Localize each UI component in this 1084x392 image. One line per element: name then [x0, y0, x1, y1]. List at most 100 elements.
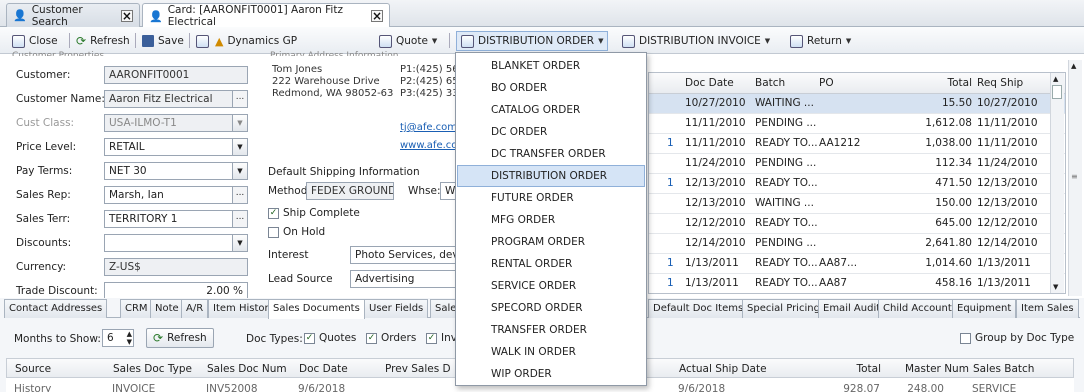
column-total[interactable]: Total — [827, 363, 881, 375]
menu-item-rental-order[interactable]: RENTAL ORDER — [457, 253, 645, 275]
sales-rep-field[interactable]: Marsh, Ian ... — [104, 186, 248, 204]
close-icon[interactable]: × — [120, 9, 133, 22]
currency-field[interactable]: Z-US$ — [104, 258, 248, 276]
table-row[interactable]: 1 1/13/2011 READY TO... AA87 458.16 1/13/2011 — [649, 274, 1065, 293]
customer-id-field[interactable]: AARONFIT0001 — [104, 66, 248, 84]
menu-item-mfg-order[interactable]: MFG ORDER — [457, 209, 645, 231]
chevron-down-icon[interactable]: ▼ — [232, 139, 247, 155]
group-by-doc-type-checkbox[interactable]: Group by Doc Type — [960, 332, 1074, 344]
scroll-down-icon[interactable]: ▼ — [1053, 283, 1058, 291]
tab-customer-card[interactable]: 👤 Card: [AARONFIT0001] Aaron Fitz Electr… — [142, 3, 390, 28]
vertical-scrollbar[interactable]: ▲ ▼ — [1050, 73, 1064, 293]
refresh-button[interactable]: ⟳ Refresh — [76, 32, 130, 50]
menu-item-specord-order[interactable]: SPECORD ORDER — [457, 297, 645, 319]
column-batch[interactable]: Batch — [755, 77, 785, 89]
page-scrollbar[interactable]: ▲ ≡ — [1068, 60, 1082, 296]
column-sales-doc-num[interactable]: Sales Doc Num — [207, 363, 287, 375]
ellipsis-button[interactable]: ... — [232, 91, 247, 107]
tab-user-fields[interactable]: User Fields — [364, 299, 429, 318]
menu-item-distribution-order[interactable]: DISTRIBUTION ORDER — [457, 165, 645, 187]
table-row[interactable]: 11/11/2010 PENDING ... 1,612.08 11/11/2010 — [649, 114, 1065, 134]
chevron-down-icon[interactable]: ▼ — [232, 115, 247, 131]
column-doc-date[interactable]: Doc Date — [299, 363, 348, 375]
sales-docs-refresh-button[interactable]: ⟳ Refresh — [146, 328, 214, 348]
scroll-up-icon[interactable]: ▲ — [1071, 62, 1076, 70]
interest-field[interactable]: Photo Services, deve — [350, 246, 460, 264]
invoices-checkbox[interactable]: ✓ Inv — [426, 332, 457, 344]
menu-item-program-order[interactable]: PROGRAM ORDER — [457, 231, 645, 253]
menu-item-blanket-order[interactable]: BLANKET ORDER — [457, 55, 645, 77]
scroll-up-icon[interactable]: ▲ — [1053, 75, 1058, 83]
column-sales-batch[interactable]: Sales Batch — [973, 363, 1034, 375]
sales-terr-field[interactable]: TERRITORY 1 ... — [104, 210, 248, 228]
tab-default-doc-items[interactable]: Default Doc Items — [648, 299, 749, 318]
column-total[interactable]: Total — [927, 77, 972, 89]
table-row[interactable]: 1 12/13/2010 READY TO... 471.50 12/13/2010 — [649, 174, 1065, 194]
menu-item-dc-transfer-order[interactable]: DC TRANSFER ORDER — [457, 143, 645, 165]
tab-contact-addresses[interactable]: Contact Addresses — [4, 299, 108, 318]
menu-item-walk-in-order[interactable]: WALK IN ORDER — [457, 341, 645, 363]
scroll-thumb[interactable] — [1052, 85, 1062, 99]
menu-item-future-order[interactable]: FUTURE ORDER — [457, 187, 645, 209]
table-row[interactable]: 1 11/11/2010 READY TO... AA1212 1,038.00 11/1… — [649, 134, 1065, 154]
email-link[interactable]: tj@afe.com — [400, 122, 457, 133]
tab-crm[interactable]: CRM — [120, 299, 153, 318]
orders-checkbox[interactable]: ✓ Orders — [366, 332, 416, 344]
menu-item-bo-order[interactable]: BO ORDER — [457, 77, 645, 99]
table-row[interactable]: 12/14/2010 PENDING ... 2,641.80 12/14/2010 — [649, 234, 1065, 254]
table-row[interactable]: 10/27/2010 WAITING ... 15.50 10/27/2010 — [649, 94, 1065, 114]
tab-equipment[interactable]: Equipment — [952, 299, 1017, 318]
column-doc-date[interactable]: Doc Date — [685, 77, 734, 89]
tab-note[interactable]: Note — [150, 299, 184, 318]
stepper-arrows-icon[interactable]: ▲ ▼ — [127, 330, 132, 346]
quotes-checkbox[interactable]: ✓ Quotes — [304, 332, 356, 344]
website-link[interactable]: www.afe.co — [400, 140, 457, 151]
scroll-grip-icon[interactable]: ≡ — [1071, 172, 1078, 181]
column-req-ship[interactable]: Req Ship — [977, 77, 1023, 89]
table-row[interactable]: 12/13/2010 WAITING ... 150.00 12/13/2010 — [649, 194, 1065, 214]
discounts-select[interactable]: ▼ — [104, 234, 248, 252]
column-po[interactable]: PO — [819, 77, 834, 89]
column-sales-doc-type[interactable]: Sales Doc Type — [113, 363, 192, 375]
price-level-select[interactable]: RETAIL ▼ — [104, 138, 248, 156]
save-button[interactable]: Save — [142, 32, 184, 50]
column-prev-sales-d[interactable]: Prev Sales D — [385, 363, 451, 375]
table-row[interactable]: 12/12/2010 READY TO... 645.00 12/12/2010 — [649, 214, 1065, 234]
pay-terms-select[interactable]: NET 30 ▼ — [104, 162, 248, 180]
column-source[interactable]: Source — [15, 363, 51, 375]
distribution-invoice-dropdown-button[interactable]: DISTRIBUTION INVOICE ▼ — [622, 32, 770, 50]
lead-source-field[interactable]: Advertising — [350, 270, 460, 288]
ellipsis-button[interactable]: ... — [232, 187, 247, 203]
menu-item-wip-order[interactable]: WIP ORDER — [457, 363, 645, 385]
customer-name-field[interactable]: Aaron Fitz Electrical ... — [104, 90, 248, 108]
on-hold-checkbox[interactable]: On Hold — [268, 226, 325, 238]
menu-item-dc-order[interactable]: DC ORDER — [457, 121, 645, 143]
ellipsis-button[interactable]: ... — [232, 211, 247, 227]
chevron-down-icon[interactable]: ▼ — [232, 163, 247, 179]
tab-child-accounts[interactable]: Child Accounts — [878, 299, 962, 318]
table-row[interactable]: 1 1/13/2011 READY TO... AA87... 1,014.60 1/13… — [649, 254, 1065, 274]
chevron-down-icon[interactable]: ▼ — [232, 235, 247, 251]
tab-item-sales[interactable]: Item Sales — [1016, 299, 1079, 318]
menu-item-transfer-order[interactable]: TRANSFER ORDER — [457, 319, 645, 341]
tab-email-audit[interactable]: Email Audit — [818, 299, 886, 318]
layout-button[interactable] — [196, 32, 209, 50]
close-button[interactable]: Close — [12, 32, 58, 50]
tab-special-pricing[interactable]: Special Pricing — [742, 299, 825, 318]
column-master-num[interactable]: Master Num — [905, 363, 969, 375]
shipping-method-field[interactable]: FEDEX GROUND — [306, 182, 394, 200]
cust-class-select[interactable]: USA-ILMO-T1 ▼ — [104, 114, 248, 132]
ship-complete-checkbox[interactable]: ✓ Ship Complete — [268, 207, 360, 219]
close-icon[interactable]: × — [370, 10, 383, 22]
menu-item-service-order[interactable]: SERVICE ORDER — [457, 275, 645, 297]
return-dropdown-button[interactable]: Return ▼ — [790, 32, 851, 50]
dynamics-gp-button[interactable]: ▲ Dynamics GP — [215, 32, 297, 50]
menu-item-catalog-order[interactable]: CATALOG ORDER — [457, 99, 645, 121]
tab-sales-documents[interactable]: Sales Documents — [268, 299, 365, 319]
table-row[interactable]: 11/24/2010 PENDING ... 112.34 11/24/2010 — [649, 154, 1065, 174]
tab-ar[interactable]: A/R — [181, 299, 209, 318]
column-actual-ship-date[interactable]: Actual Ship Date — [679, 363, 767, 375]
tab-customer-search[interactable]: 👤 Customer Search × — [6, 3, 140, 28]
quote-dropdown-button[interactable]: Quote ▼ — [379, 32, 437, 50]
months-stepper[interactable]: 6 ▲ ▼ — [102, 329, 134, 347]
